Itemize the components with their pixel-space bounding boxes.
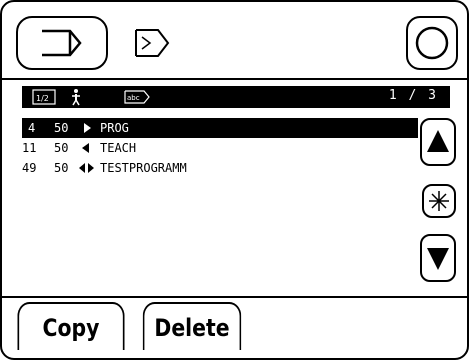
program-select-button[interactable]	[118, 16, 178, 70]
program-name: PROG	[100, 121, 129, 135]
program-number: 11	[22, 141, 37, 155]
arrow-left-icon	[82, 143, 89, 153]
scroll-up-button[interactable]	[420, 118, 456, 166]
scroll-down-button[interactable]	[420, 234, 456, 282]
arrow-both-icon	[79, 163, 94, 173]
arrow-right-icon	[84, 123, 91, 133]
asterisk-button[interactable]	[422, 184, 456, 218]
program-size: 50	[54, 161, 69, 175]
program-row-teach[interactable]: 11 50 TEACH	[22, 138, 418, 158]
top-divider	[2, 78, 467, 80]
program-number: 4	[28, 121, 36, 135]
circle-stop-icon	[415, 26, 449, 60]
panel-frame: 1/2 abc 1 / 3 4 50 PROG 11 50 TEACH 49 5…	[0, 0, 469, 360]
program-number-icon: 1/2	[32, 89, 56, 105]
exit-button[interactable]	[16, 16, 108, 70]
exit-door-icon	[42, 29, 82, 57]
page-separator: /	[408, 88, 419, 103]
program-row-prog[interactable]: 4 50 PROG	[22, 118, 418, 138]
asterisk-icon	[429, 191, 449, 211]
abc-name-icon: abc	[124, 90, 150, 104]
page-current: 1	[388, 88, 399, 103]
svg-text:1/2: 1/2	[36, 94, 49, 103]
program-size: 50	[54, 141, 69, 155]
triangle-up-icon	[427, 130, 449, 152]
list-header: 1/2 abc 1 / 3	[22, 86, 450, 108]
bottom-divider	[2, 296, 467, 298]
program-select-icon	[135, 29, 170, 57]
program-name: TESTPROGRAMM	[100, 161, 187, 175]
delete-button[interactable]: Delete	[142, 302, 242, 350]
svg-text:abc: abc	[127, 94, 140, 102]
triangle-down-icon	[427, 248, 449, 270]
program-list: 4 50 PROG 11 50 TEACH 49 50 TESTPROGRAMM	[22, 118, 418, 294]
program-name: TEACH	[100, 141, 137, 155]
person-icon	[72, 89, 80, 106]
page-indicator: 1 / 3	[389, 88, 438, 103]
copy-button[interactable]: Copy	[17, 302, 125, 350]
stop-button[interactable]	[406, 16, 458, 70]
program-number: 49	[22, 161, 37, 175]
program-row-testprogramm[interactable]: 49 50 TESTPROGRAMM	[22, 158, 418, 178]
page-total: 3	[428, 88, 438, 103]
program-size: 50	[54, 121, 69, 135]
